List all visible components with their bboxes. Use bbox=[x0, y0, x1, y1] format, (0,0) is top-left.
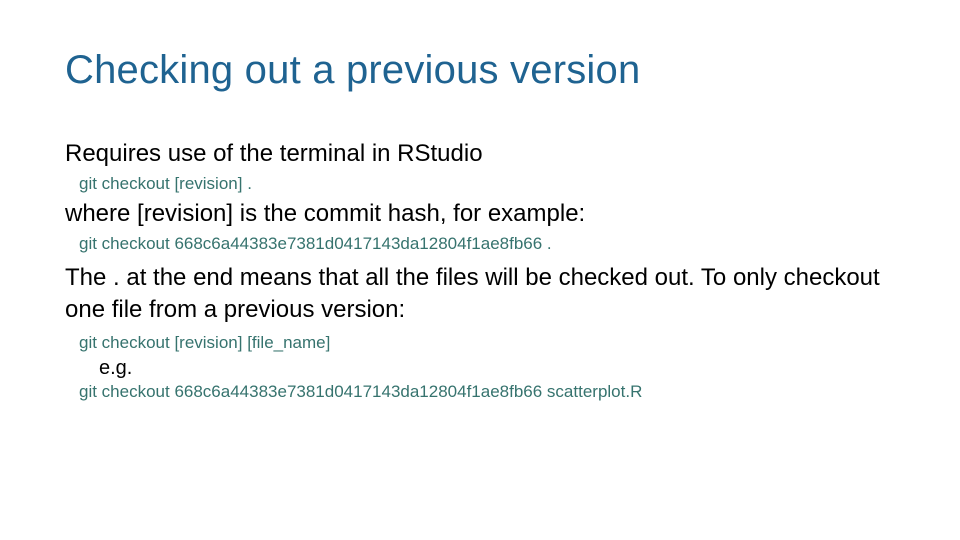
code-checkout-filename: git checkout [revision] [file_name] bbox=[79, 333, 895, 353]
text-eg: e.g. bbox=[99, 357, 895, 380]
text-requires: Requires use of the terminal in RStudio bbox=[65, 140, 895, 168]
code-checkout-hash: git checkout 668c6a44383e7381d0417143da1… bbox=[79, 234, 895, 254]
text-where-revision: where [revision] is the commit hash, for… bbox=[65, 200, 895, 228]
text-dot-explain: The . at the end means that all the file… bbox=[65, 262, 895, 327]
code-checkout-file-example: git checkout 668c6a44383e7381d0417143da1… bbox=[79, 382, 895, 402]
code-checkout-revision: git checkout [revision] . bbox=[79, 174, 895, 194]
slide-body: Requires use of the terminal in RStudio … bbox=[65, 140, 895, 402]
slide: Checking out a previous version Requires… bbox=[0, 0, 960, 540]
slide-title: Checking out a previous version bbox=[65, 48, 640, 93]
